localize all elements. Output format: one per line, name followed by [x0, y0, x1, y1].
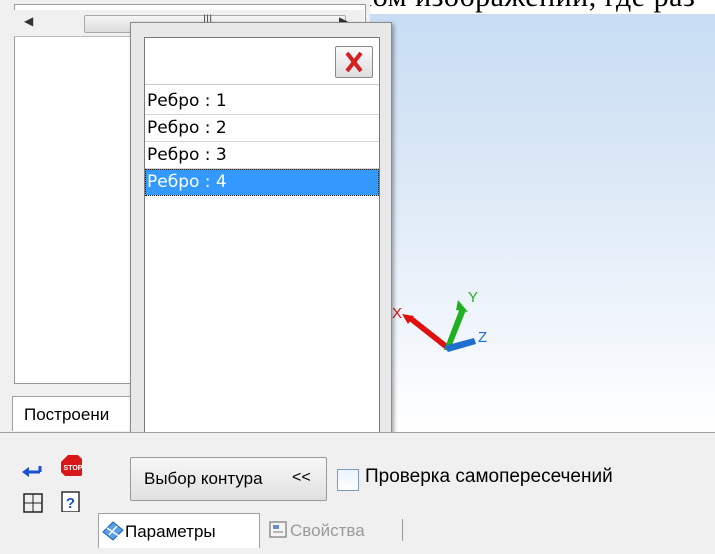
svg-text:STOP: STOP: [64, 465, 82, 472]
help-icon[interactable]: ?: [60, 490, 82, 512]
edge-list-popup: Ребро : 1 Ребро : 2 Ребро : 3 Ребро : 4: [130, 22, 392, 472]
edge-list: Ребро : 1 Ребро : 2 Ребро : 3 Ребро : 4: [145, 88, 379, 196]
close-icon: [345, 51, 363, 73]
fit-view-icon[interactable]: [22, 492, 44, 514]
z-axis-label: Z: [478, 329, 487, 346]
tab-properties-label: Свойства: [290, 521, 365, 540]
properties-icon: [269, 521, 287, 538]
scroll-left-icon[interactable]: ◀: [24, 14, 33, 28]
tab-parameters[interactable]: Параметры: [98, 513, 260, 548]
self-intersection-checkbox[interactable]: [337, 469, 359, 491]
tab-construction-label: Построени: [24, 405, 110, 424]
parameters-icon: [102, 521, 124, 541]
close-button[interactable]: [335, 46, 373, 78]
select-contour-label: Выбор контура: [144, 469, 263, 488]
axis-triad: X Y Z: [392, 289, 487, 352]
3d-viewport[interactable]: [370, 0, 715, 432]
stop-icon[interactable]: STOP: [60, 454, 82, 476]
x-axis-label: X: [392, 305, 402, 322]
tab-parameters-label: Параметры: [125, 522, 216, 541]
popup-header: [145, 38, 379, 85]
list-item-edge-1[interactable]: Ребро : 1: [145, 88, 379, 115]
tab-properties[interactable]: Свойства: [262, 513, 412, 547]
list-item-edge-4[interactable]: Ребро : 4: [145, 169, 379, 196]
x-axis-arrow: [408, 316, 450, 350]
collapse-chevron-icon: <<: [292, 469, 311, 486]
list-item-edge-3[interactable]: Ребро : 3: [145, 142, 379, 169]
enter-icon[interactable]: [20, 460, 42, 482]
tab-separator: [402, 519, 403, 541]
y-axis-label: Y: [468, 289, 478, 306]
self-intersection-label: Проверка самопересечений: [365, 466, 613, 487]
svg-text:?: ?: [66, 495, 75, 512]
list-item-edge-2[interactable]: Ребро : 2: [145, 115, 379, 142]
select-contour-button[interactable]: Выбор контура <<: [130, 457, 327, 501]
edge-list-container: Ребро : 1 Ребро : 2 Ребро : 3 Ребро : 4: [144, 37, 380, 459]
y-arrowhead-icon: [456, 300, 468, 312]
